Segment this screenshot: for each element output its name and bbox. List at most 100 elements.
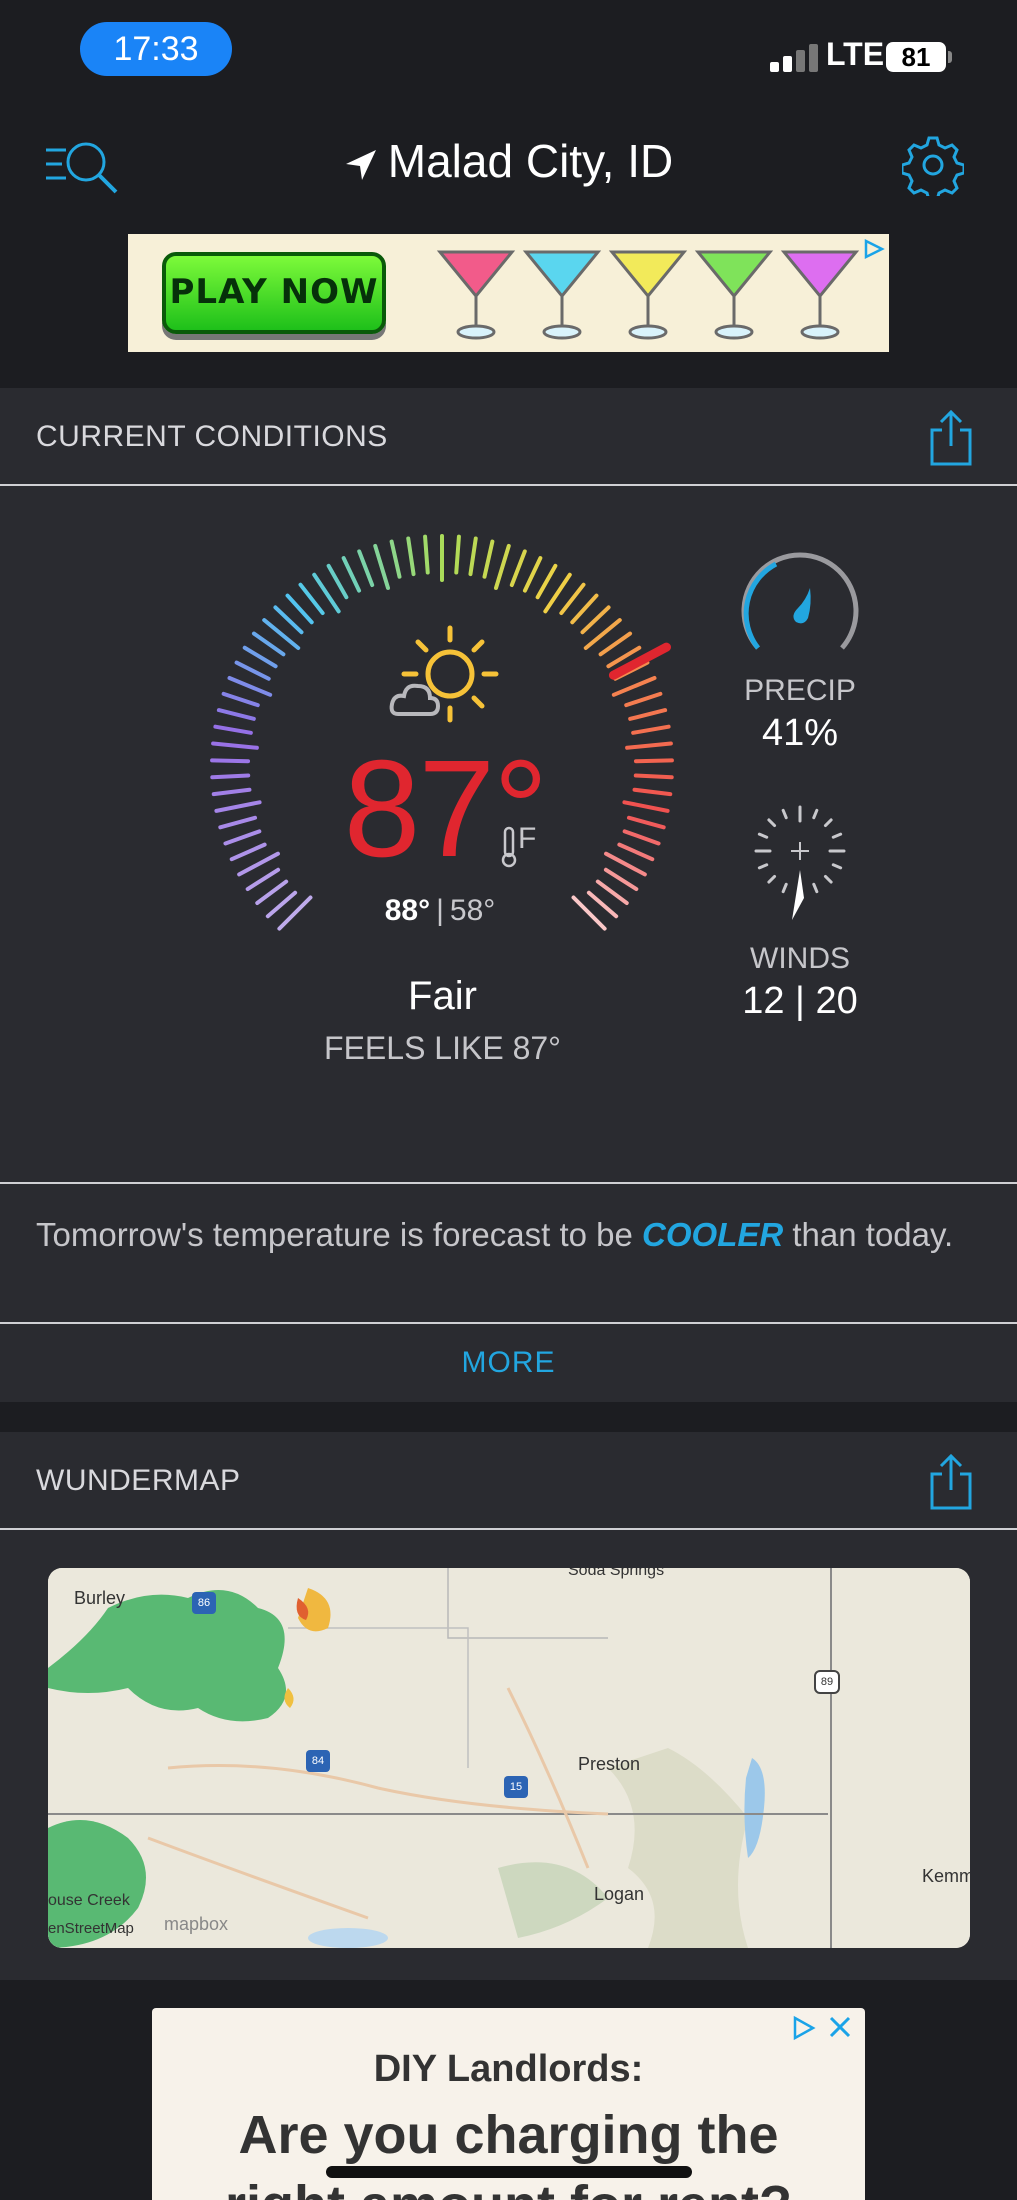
- wundermap-title: WUNDERMAP: [36, 1464, 241, 1497]
- partly-sunny-icon: [389, 625, 499, 723]
- more-row: MORE: [0, 1324, 1017, 1402]
- ad-line-2: Are you charging the: [238, 2105, 779, 2165]
- gauge-tick: [255, 879, 289, 906]
- ad-close-icon[interactable]: [791, 2014, 857, 2042]
- gauge-tick: [213, 724, 253, 735]
- compass-tick: [767, 818, 777, 828]
- play-now-button[interactable]: PLAY NOW: [162, 252, 386, 334]
- gauge-tick: [229, 842, 267, 862]
- gauge-tick: [326, 563, 349, 600]
- gauge-tick: [580, 605, 611, 635]
- share-icon[interactable]: [926, 408, 976, 468]
- precip-label: PRECIP: [744, 674, 856, 707]
- gauge-current-marker: [608, 642, 671, 680]
- gauge-tick: [273, 605, 304, 635]
- battery-icon: 81: [886, 42, 946, 72]
- gauge-tick: [389, 539, 402, 579]
- map-attribution-osm: enStreetMap: [48, 1920, 134, 1937]
- gauge-tick: [632, 787, 673, 797]
- mapbox-logo: mapbox: [164, 1914, 229, 1934]
- gauge-tick: [423, 534, 430, 575]
- gauge-tick: [633, 773, 674, 780]
- gauge-tick: [234, 660, 271, 681]
- gauge-tick: [586, 890, 619, 919]
- map-label-kemmerer: Kemm: [922, 1866, 970, 1886]
- current-conditions-title: CURRENT CONDITIONS: [36, 420, 388, 453]
- gauge-tick: [603, 867, 639, 892]
- gauge-tick: [611, 675, 657, 697]
- gauge-tick: [628, 708, 668, 721]
- wind-compass-icon: [754, 805, 846, 920]
- gauge-tick: [211, 787, 252, 797]
- temperature-unit: F: [518, 822, 537, 855]
- gauge-tick: [633, 758, 674, 764]
- gauge-tick: [210, 773, 251, 780]
- gauge-tick: [245, 867, 281, 892]
- status-bar: 17:33 LTE 81: [0, 0, 1017, 110]
- forecast-text: Tomorrow's temperature is forecast to be…: [36, 1214, 986, 1256]
- gauge-tick: [617, 842, 655, 862]
- gauge-tick: [298, 582, 325, 616]
- location-name: Malad City, ID: [387, 135, 674, 187]
- compass-tick: [781, 808, 788, 820]
- current-temperature: 87°: [343, 732, 549, 886]
- network-type: LTE: [826, 36, 885, 72]
- map-base: [48, 1568, 970, 1948]
- interstate-84-shield: 84: [306, 1750, 330, 1772]
- gauge-tick: [595, 879, 629, 906]
- ad-headline: DIY Landlords:: [373, 2048, 644, 2090]
- gauge-tick: [509, 549, 527, 587]
- app-header: Malad City, ID: [0, 110, 1017, 235]
- wundermap-map[interactable]: Burley Soda Springs Preston Logan Kemm o…: [48, 1568, 970, 1948]
- gauge-tick: [493, 543, 511, 591]
- interstate-15-shield: 15: [504, 1776, 528, 1798]
- share-icon[interactable]: [926, 1452, 976, 1512]
- cocktail-glasses-image: [436, 250, 860, 340]
- gauge-tick: [559, 582, 586, 616]
- forecast-highlight: COOLER: [642, 1216, 784, 1253]
- gauge-tick: [265, 890, 298, 919]
- gauge-tick: [482, 539, 495, 579]
- gear-icon[interactable]: [902, 134, 964, 196]
- gauge-tick: [622, 829, 661, 846]
- precip-value: 41%: [761, 712, 839, 754]
- gauge-tick: [218, 815, 258, 830]
- gauge-tick: [624, 691, 663, 708]
- gauge-tick: [357, 549, 375, 587]
- location-title[interactable]: Malad City, ID: [0, 134, 1017, 188]
- high-low-separator: |: [436, 894, 444, 927]
- high-low: 88° | 58°: [330, 894, 550, 928]
- precip-gauge-icon: [741, 552, 859, 650]
- compass-tick: [781, 882, 788, 894]
- forecast-text-after: than today.: [783, 1216, 954, 1253]
- gauge-tick: [406, 536, 416, 577]
- gauge-tick: [210, 758, 251, 764]
- ad-choices-icon[interactable]: [863, 238, 885, 260]
- compass-tick: [757, 863, 769, 870]
- gauge-tick: [468, 536, 478, 577]
- condition-text: Fair: [408, 974, 477, 1018]
- gauge-tick: [223, 829, 262, 846]
- gauge-tick: [598, 631, 633, 657]
- map-label-logan: Logan: [594, 1884, 645, 1904]
- compass-tick: [757, 832, 769, 839]
- compass-tick: [767, 874, 777, 884]
- ad-banner[interactable]: PLAY NOW: [128, 234, 889, 352]
- gauge-tick: [631, 724, 671, 735]
- map-label-burley: Burley: [74, 1588, 126, 1608]
- gauge-tick: [216, 708, 256, 721]
- us-89-shield: 89: [814, 1670, 840, 1694]
- compass-tick: [812, 808, 819, 820]
- signal-strength-icon: [770, 42, 818, 72]
- compass-tick: [831, 863, 843, 870]
- compass-tick: [823, 874, 833, 884]
- wundermap-header: WUNDERMAP: [0, 1432, 1017, 1530]
- winds-label: WINDS: [750, 942, 850, 975]
- interstate-86-shield: 86: [192, 1592, 216, 1614]
- low-temp: 58°: [449, 894, 496, 927]
- map-label-house-creek: ouse Creek: [48, 1892, 130, 1909]
- gauge-tick: [242, 645, 278, 669]
- forecast-text-before: Tomorrow's temperature is forecast to be: [36, 1216, 643, 1253]
- more-link[interactable]: MORE: [0, 1346, 1017, 1380]
- map-label-soda-springs: Soda Springs: [568, 1568, 665, 1579]
